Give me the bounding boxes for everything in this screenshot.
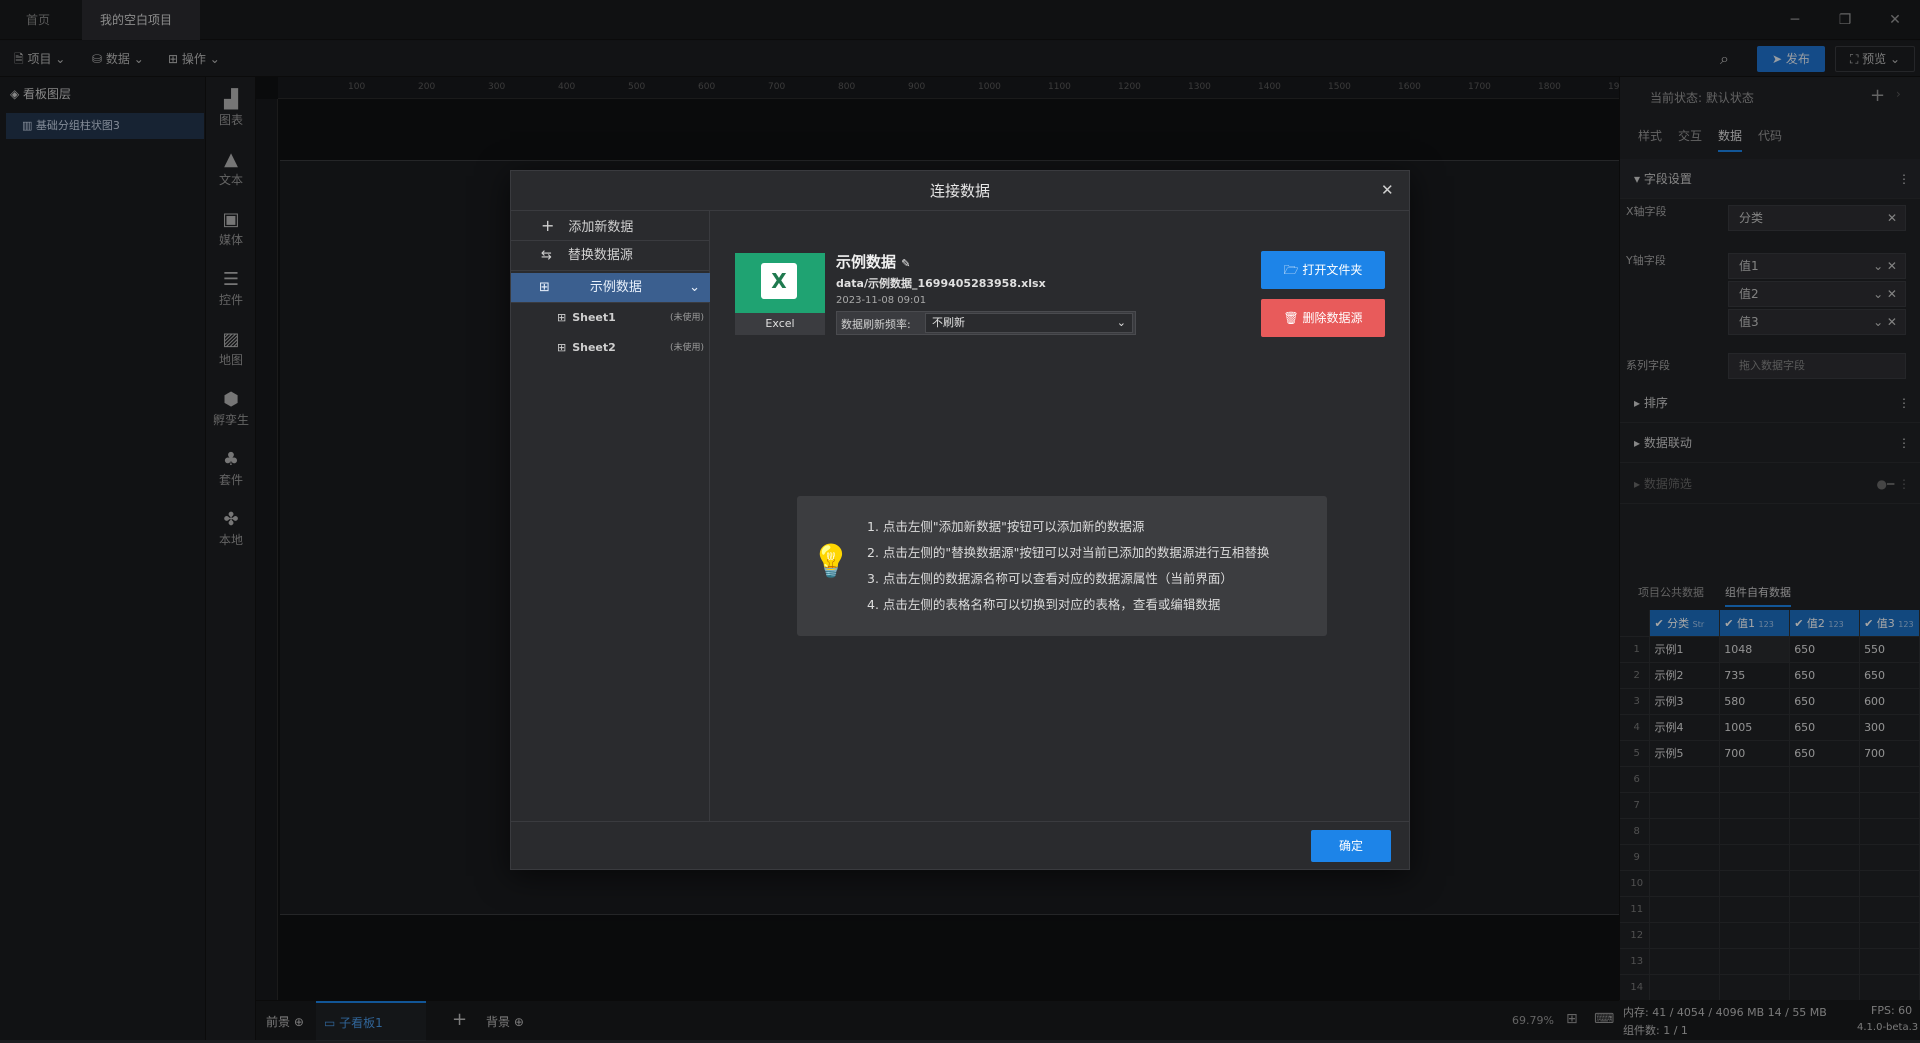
- dialog-sidebar: + 添加新数据 ⇆ 替换数据源 ⊞ 示例数据 ⌄ ⊞ Sheet1 (未使用) ⊞ Sheet…: [511, 211, 710, 821]
- source-date: 2023-11-08 09:01: [836, 295, 927, 306]
- trash-icon: 🗑: [1283, 311, 1299, 325]
- chevron-down-icon: ⌄: [1116, 316, 1126, 329]
- dialog-footer: 确定: [511, 821, 1409, 869]
- tip-line: 4. 点击左侧的表格名称可以切换到对应的表格，查看或编辑数据: [867, 597, 1221, 612]
- close-icon[interactable]: ✕: [1381, 181, 1394, 199]
- tip-line: 1. 点击左侧"添加新数据"按钮可以添加新的数据源: [867, 519, 1145, 534]
- source-path: data/示例数据_1699405283958.xlsx: [836, 277, 1046, 290]
- delete-source-button[interactable]: 🗑 删除数据源: [1261, 299, 1385, 337]
- refresh-frequency-row: 数据刷新频率: 不刷新 ⌄: [836, 311, 1136, 335]
- sheet-icon: ⊞: [557, 341, 567, 354]
- tip-line: 2. 点击左侧的"替换数据源"按钮可以对当前已添加的数据源进行互相替换: [867, 545, 1270, 560]
- tip-line: 3. 点击左侧的数据源名称可以查看对应的数据源属性（当前界面）: [867, 571, 1233, 586]
- data-source-item[interactable]: ⊞ 示例数据 ⌄: [511, 273, 710, 303]
- lightbulb-icon: 💡: [811, 542, 851, 580]
- dialog-title: 连接数据: [511, 171, 1409, 211]
- plus-icon: +: [541, 216, 555, 235]
- add-data-button[interactable]: + 添加新数据: [511, 211, 710, 241]
- open-folder-button[interactable]: 🗁 打开文件夹: [1261, 251, 1385, 289]
- sheet-item[interactable]: ⊞ Sheet1 (未使用): [511, 303, 710, 333]
- edit-icon[interactable]: ✎: [901, 257, 910, 270]
- sheet-status: (未使用): [669, 313, 704, 323]
- confirm-button[interactable]: 确定: [1311, 830, 1391, 862]
- sheet-status: (未使用): [669, 343, 704, 353]
- replace-source-label: 替换数据源: [567, 248, 633, 263]
- refresh-select[interactable]: 不刷新 ⌄: [925, 313, 1133, 333]
- add-data-label: 添加新数据: [568, 220, 634, 235]
- table-icon: ⊞: [539, 280, 550, 295]
- sheet-icon: ⊞: [557, 311, 567, 324]
- delete-source-label: 删除数据源: [1302, 311, 1363, 325]
- swap-icon: ⇆: [541, 248, 552, 263]
- excel-icon: X: [761, 263, 797, 299]
- connect-data-dialog: 连接数据 ✕ + 添加新数据 ⇆ 替换数据源 ⊞ 示例数据 ⌄ ⊞ Sheet1 (未使用)…: [510, 170, 1410, 870]
- excel-label: Excel: [735, 313, 825, 335]
- source-name-text: 示例数据: [836, 253, 897, 271]
- refresh-label: 数据刷新频率:: [841, 318, 911, 331]
- data-source-label: 示例数据: [589, 280, 642, 295]
- replace-source-button[interactable]: ⇆ 替换数据源: [511, 241, 710, 271]
- tip-box: 💡 1. 点击左侧"添加新数据"按钮可以添加新的数据源 2. 点击左侧的"替换数…: [797, 496, 1327, 636]
- folder-icon: 🗁: [1283, 263, 1299, 277]
- sheet-label: Sheet1: [572, 311, 616, 324]
- open-folder-label: 打开文件夹: [1302, 263, 1363, 277]
- source-name[interactable]: 示例数据 ✎: [836, 251, 910, 272]
- chevron-down-icon: ⌄: [689, 280, 700, 295]
- sheet-item[interactable]: ⊞ Sheet2 (未使用): [511, 333, 710, 363]
- sheet-label: Sheet2: [572, 341, 616, 354]
- refresh-value: 不刷新: [932, 316, 965, 329]
- excel-file-icon: X Excel: [735, 253, 825, 335]
